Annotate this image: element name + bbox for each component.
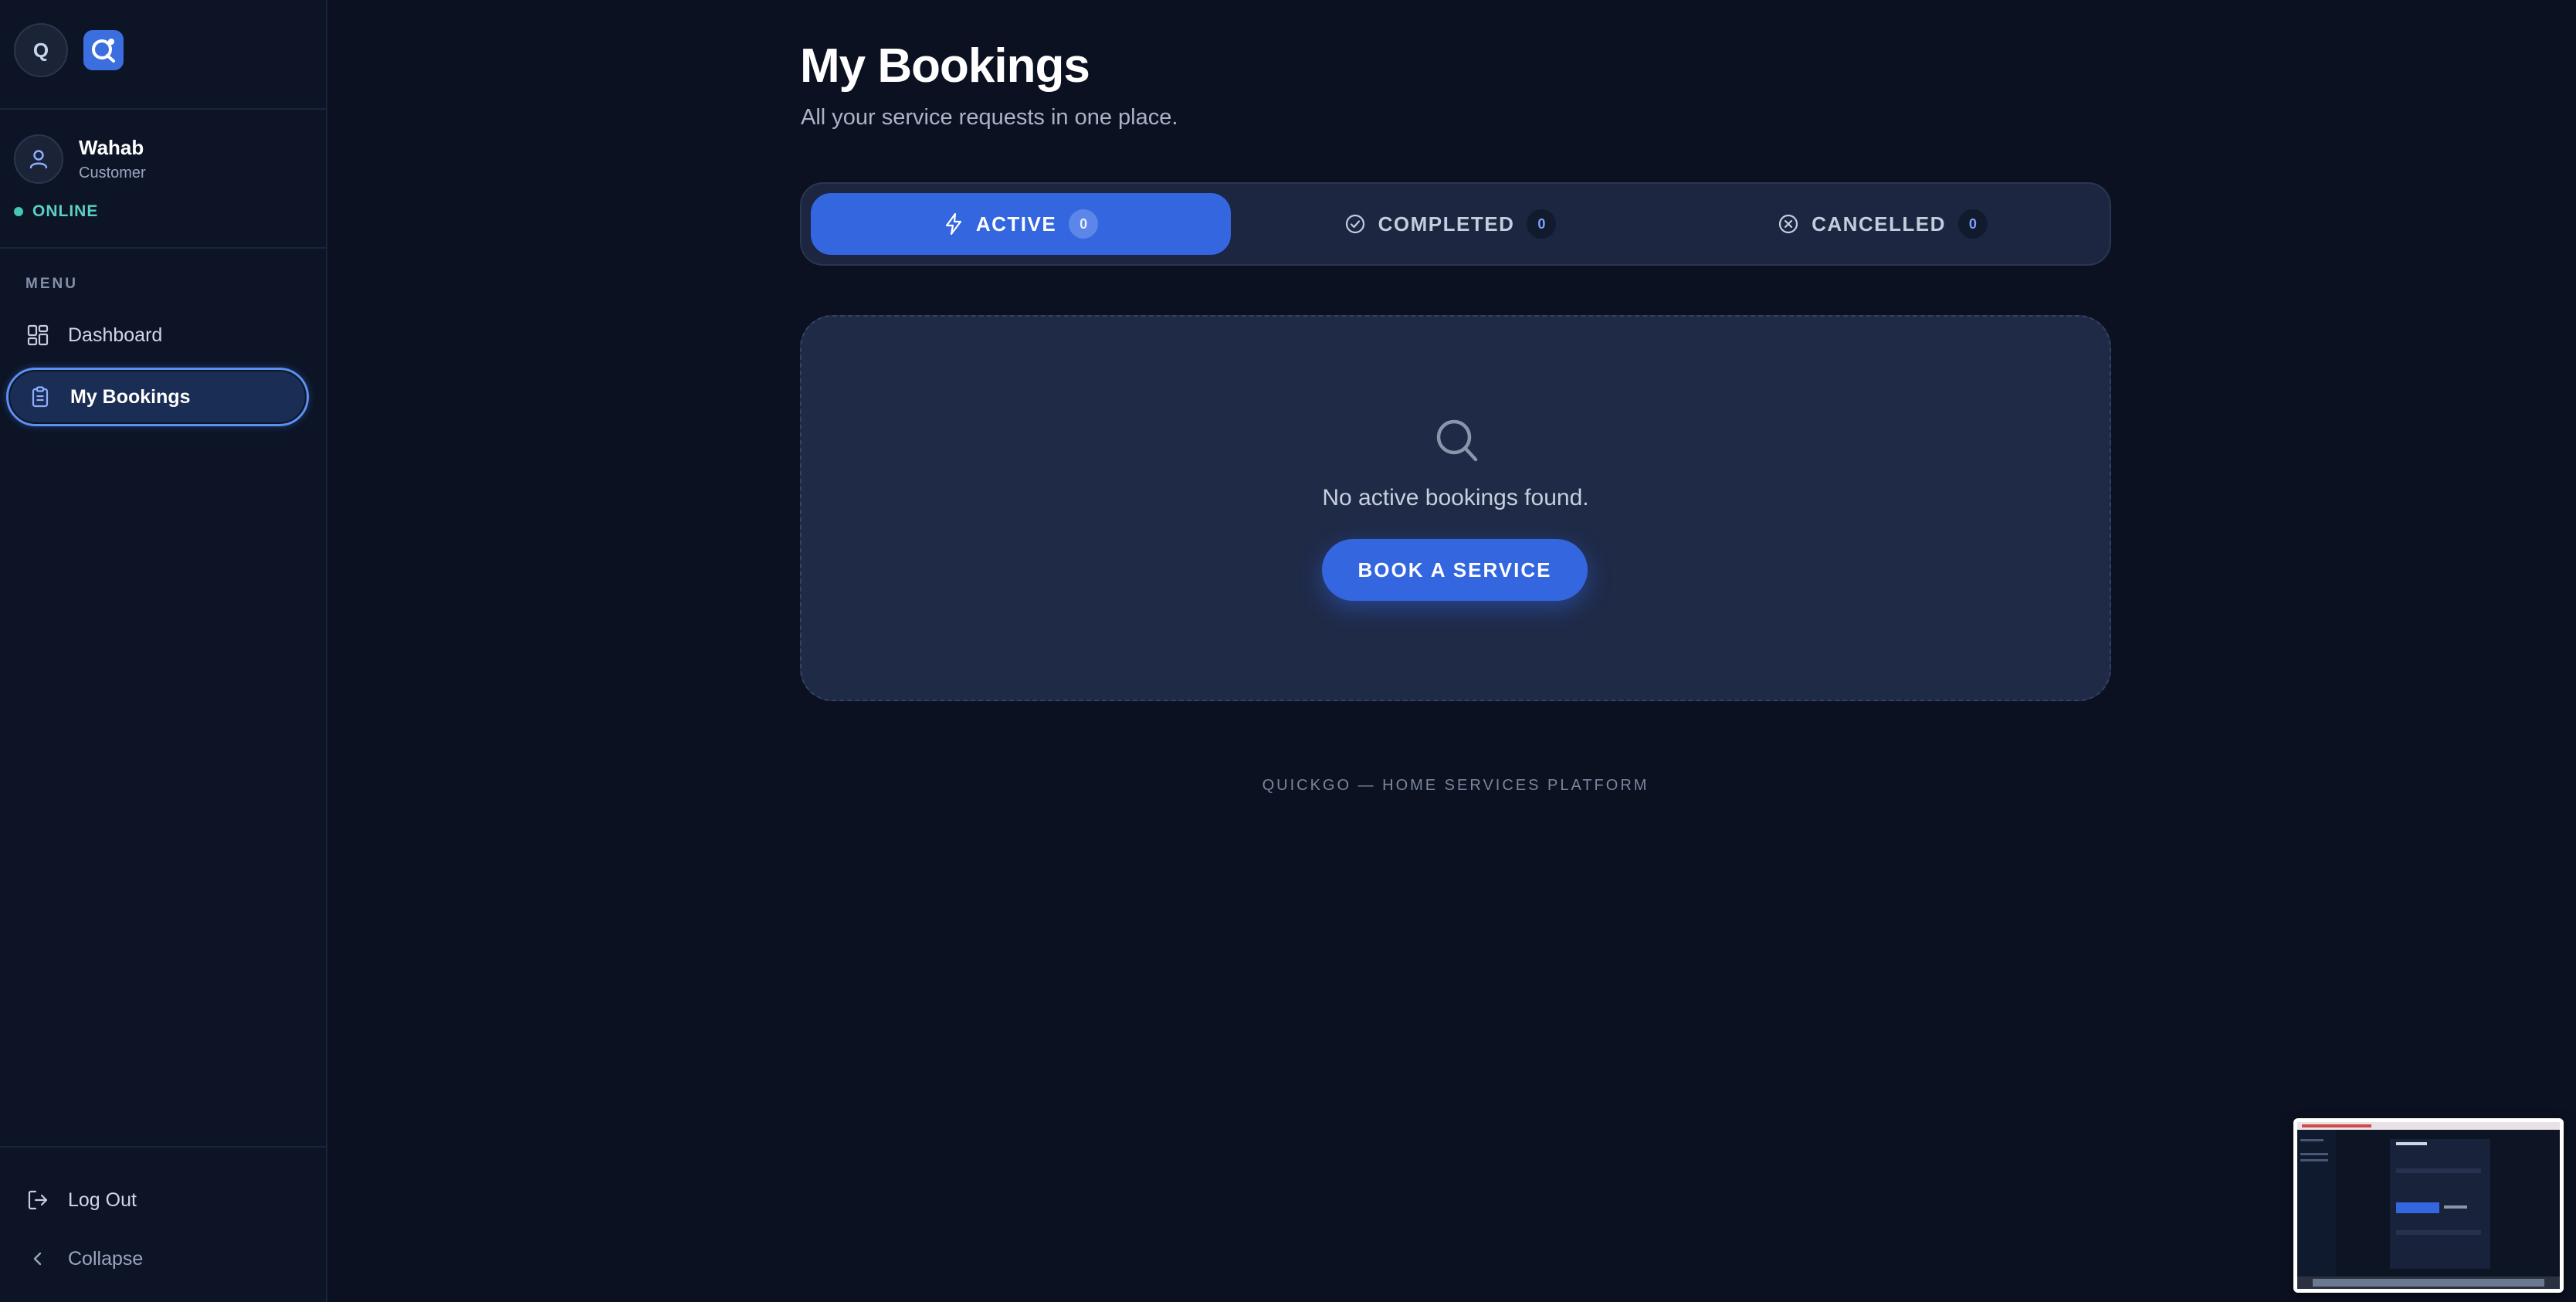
sidebar-divider	[0, 108, 326, 110]
collapse-label: Collapse	[68, 1247, 144, 1270]
user-profile: Wahab Customer	[14, 134, 146, 184]
booking-tabs: ACTIVE 0 COMPLETED 0 CANCELLED 0	[800, 182, 2111, 266]
menu-label: MENU	[25, 276, 78, 292]
tab-label: COMPLETED	[1378, 212, 1515, 236]
empty-state-message: No active bookings found.	[1322, 485, 1589, 510]
empty-state-card: No active bookings found. BOOK A SERVICE	[800, 315, 2111, 701]
tab-label: ACTIVE	[975, 212, 1057, 236]
tab-completed[interactable]: COMPLETED 0	[1240, 193, 1660, 255]
clipboard-icon	[32, 386, 49, 408]
x-circle-icon	[1778, 214, 1798, 234]
status-text: ONLINE	[32, 202, 99, 220]
collapse-button[interactable]: Collapse	[6, 1229, 309, 1288]
chevron-left-icon	[33, 1252, 42, 1266]
tab-label: CANCELLED	[1812, 212, 1946, 236]
lightning-icon	[945, 212, 961, 236]
page-title: My Bookings	[800, 39, 1090, 93]
user-icon	[29, 150, 48, 169]
brand-badge[interactable]: Q	[14, 23, 68, 77]
page-subtitle: All your service requests in one place.	[801, 105, 1178, 130]
sidebar-item-my-bookings[interactable]: My Bookings	[6, 368, 309, 426]
sidebar-item-label: Dashboard	[68, 324, 163, 346]
avatar[interactable]	[14, 134, 63, 184]
sidebar-divider	[0, 1146, 326, 1148]
user-name: Wahab	[79, 136, 144, 159]
check-circle-icon	[1345, 214, 1364, 234]
tab-cancelled[interactable]: CANCELLED 0	[1673, 193, 2093, 255]
grid-icon	[27, 324, 49, 346]
status-badge: ONLINE	[14, 202, 98, 221]
preview-image	[2297, 1122, 2560, 1289]
status-dot-icon	[14, 207, 23, 216]
screen-preview-thumbnail[interactable]	[2293, 1118, 2564, 1293]
tab-active[interactable]: ACTIVE 0	[811, 193, 1231, 255]
tab-count: 0	[1069, 209, 1099, 239]
app-root: Q Wahab Customer ONLINE MENU Dashboard M…	[0, 0, 2576, 1302]
logout-label: Log Out	[68, 1188, 137, 1211]
book-service-button[interactable]: BOOK A SERVICE	[1322, 539, 1588, 601]
quickgo-logo-icon[interactable]	[83, 30, 124, 70]
sidebar: Q Wahab Customer ONLINE MENU Dashboard M…	[0, 0, 327, 1302]
sidebar-divider	[0, 247, 326, 249]
search-icon	[1436, 419, 1478, 462]
logout-button[interactable]: Log Out	[6, 1171, 309, 1229]
tab-count: 0	[1527, 209, 1557, 239]
brand-row: Q	[14, 22, 124, 79]
tab-count: 0	[1957, 209, 1988, 239]
logout-icon	[28, 1190, 48, 1210]
sidebar-item-dashboard[interactable]: Dashboard	[6, 306, 309, 364]
user-role: Customer	[79, 164, 146, 181]
footer-text: QUICKGO — HOME SERVICES PLATFORM	[1262, 777, 1649, 794]
user-info: Wahab Customer	[79, 136, 146, 182]
sidebar-item-label: My Bookings	[70, 385, 191, 408]
